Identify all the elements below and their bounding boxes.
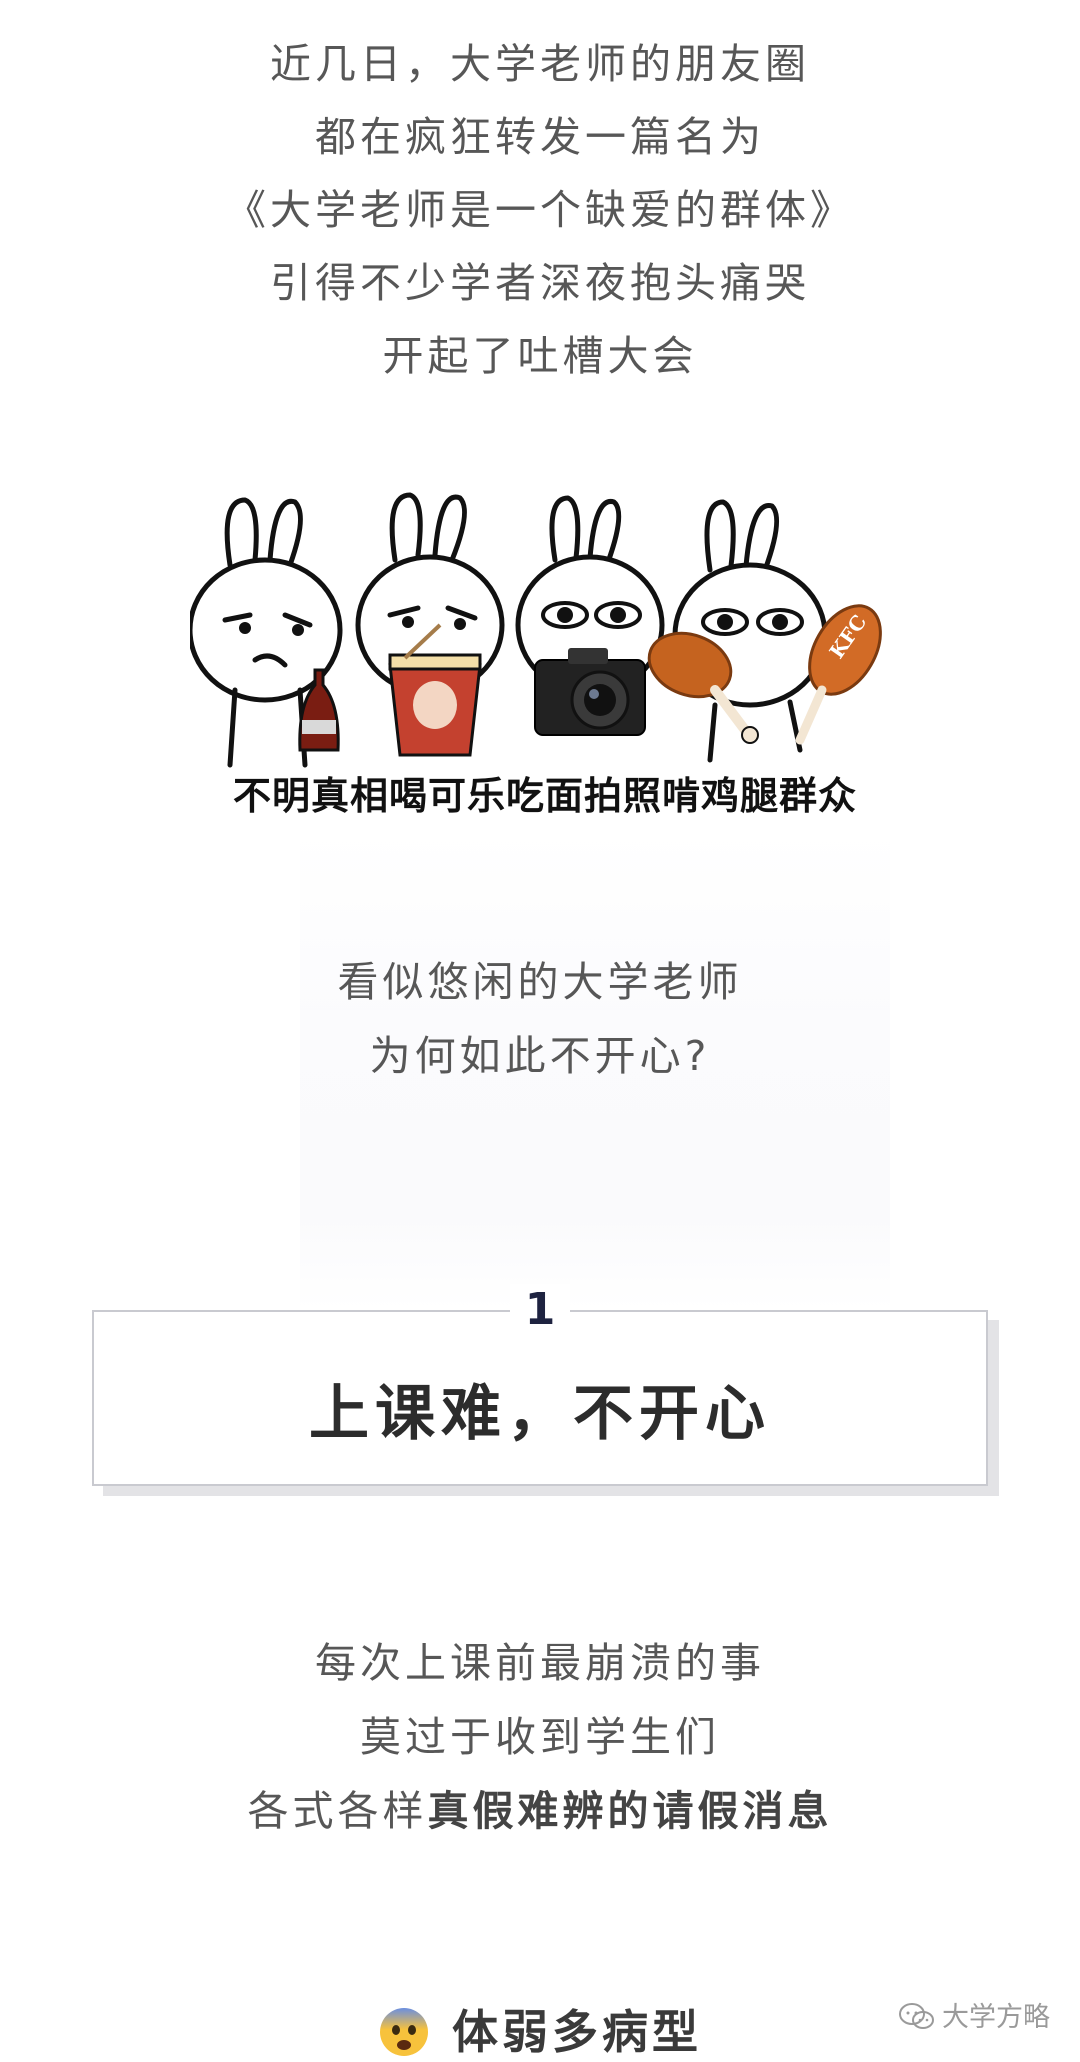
body-line-emphasis: 真假难辨的请假消息: [427, 1787, 833, 1835]
camera-icon: [534, 648, 646, 736]
wechat-icon: [899, 2003, 934, 2029]
section-number: 1: [510, 1284, 570, 1336]
intro-line: 开起了吐槽大会: [382, 332, 698, 380]
question-line: 看似悠闲的大学老师: [337, 958, 743, 1006]
question-paragraph: 看似悠闲的大学老师 为何如此不开心?: [0, 945, 1080, 1093]
sub-heading-text: 体弱多病型: [452, 2005, 702, 2059]
intro-line: 《大学老师是一个缺爱的群体》: [225, 186, 855, 234]
body-line: 各式各样真假难辨的请假消息: [0, 1774, 1080, 1848]
watermark-text: 大学方略: [942, 2002, 1050, 2033]
body-line: 每次上课前最崩溃的事: [315, 1639, 765, 1687]
question-line: 为何如此不开心?: [369, 1032, 711, 1080]
body-paragraph: 每次上课前最崩溃的事 莫过于收到学生们 各式各样真假难辨的请假消息: [0, 1626, 1080, 1848]
fearful-face-icon: [380, 2008, 428, 2056]
intro-line: 近几日，大学老师的朋友圈: [270, 40, 810, 88]
intro-line: 引得不少学者深夜抱头痛哭: [270, 259, 810, 307]
watermark: 大学方略: [898, 1995, 1050, 2034]
intro-paragraph: 近几日，大学老师的朋友圈 都在疯狂转发一篇名为 《大学老师是一个缺爱的群体》 引…: [0, 28, 1080, 393]
body-line: 莫过于收到学生们: [360, 1713, 720, 1761]
rabbit-4-figure: [672, 499, 828, 763]
section-title: 上课难，不开心: [309, 1379, 771, 1449]
intro-line: 都在疯狂转发一篇名为: [315, 113, 765, 161]
body-line-prefix: 各式各样: [247, 1787, 428, 1835]
meme-caption: 不明真相喝可乐吃面拍照啃鸡腿群众: [232, 774, 857, 818]
